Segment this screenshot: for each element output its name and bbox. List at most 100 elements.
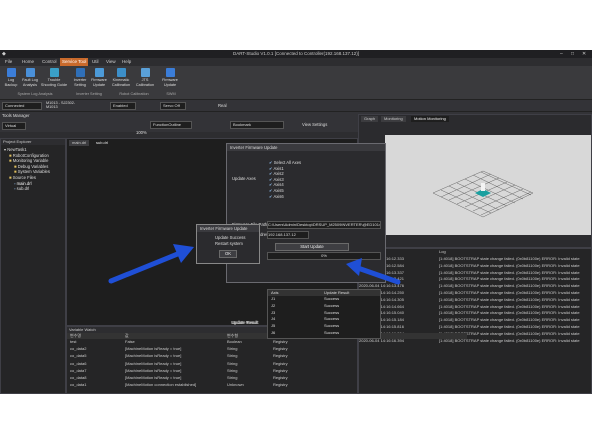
menu-view[interactable]: View: [104, 59, 118, 64]
watch-row[interactable]: test False Boolean Registry: [67, 339, 467, 345]
log-backup-label: Log Backup: [4, 78, 18, 87]
kinematic-icon: [116, 68, 126, 77]
fault-log-button[interactable]: Fault Log Analysis: [19, 68, 41, 87]
progress-text: 0%: [321, 253, 327, 258]
robot-arm: [481, 183, 485, 191]
result-row: J2 Success: [268, 303, 380, 309]
log-message: [1:4018] BOOTSTRAP state change failed. …: [439, 276, 580, 282]
tab-monitoring[interactable]: Monitoring: [381, 116, 406, 122]
enable-combo[interactable]: Enabled: [110, 102, 136, 110]
tree-source-label: Source Files: [12, 174, 36, 180]
menu-file[interactable]: File: [3, 59, 14, 64]
result-status: Success: [324, 302, 340, 308]
popup-line2: Restart system: [215, 241, 243, 246]
connection-combo[interactable]: Connected: [2, 102, 42, 110]
result-axis: J2: [271, 302, 276, 308]
result-status: Success: [324, 309, 340, 315]
robot-3d-view[interactable]: [385, 135, 591, 235]
result-table-header: Axis Update Result: [268, 290, 380, 296]
group-calibration: Robot Calibration: [119, 92, 149, 96]
watch-cell: String: [227, 375, 238, 380]
col-axis-header: Axis: [271, 290, 279, 295]
tab-motion-monitoring[interactable]: Motion Monitoring: [411, 116, 449, 122]
tab-sub-drl[interactable]: sub.drl: [93, 140, 112, 146]
popup-title: Inverter Firmware Update: [197, 225, 259, 232]
inverter-icon: [75, 68, 85, 77]
window-title: DART-Studio V1.0.1 [Connected to Control…: [233, 51, 359, 56]
popup-ok-button[interactable]: OK: [219, 250, 237, 258]
watch-col-header: 변수명: [70, 333, 82, 338]
servo-combo[interactable]: Servo Off: [160, 102, 186, 110]
folder-icon: ■: [9, 152, 12, 158]
virtual-combo[interactable]: Virtual: [2, 122, 26, 130]
bookmark-combo[interactable]: Bookmark: [230, 121, 284, 129]
axis-checkbox[interactable]: ✔ Axis1: [269, 166, 284, 171]
firmware-update-label: Firmware Update: [91, 78, 107, 87]
result-status: Success: [324, 296, 340, 301]
axis-checkbox[interactable]: ✔ Axis3: [269, 177, 284, 182]
jts-icon: [140, 68, 150, 77]
tree-sub-drl[interactable]: ▫ sub.drl: [4, 186, 65, 192]
watch-row[interactable]: co_data8 [MachineMotion isReady = true] St…: [67, 375, 467, 381]
ip-input[interactable]: 192.168.137.12: [267, 231, 309, 239]
watch-row[interactable]: co_data5 [MachineMotion isReady = true] St…: [67, 353, 467, 359]
menu-help[interactable]: Help: [120, 59, 133, 64]
watch-cell: Boolean: [227, 339, 242, 344]
tree-monitoring-label: Monitoring Variable: [12, 158, 49, 164]
watch-cell: [MachineMotion isReady = true]: [125, 367, 182, 373]
axis-checkbox[interactable]: ✔ Axis4: [269, 182, 284, 187]
swm-firmware-update-button[interactable]: Firmware Update: [159, 68, 181, 87]
troubleshooting-button[interactable]: Trouble Shooting Guide: [39, 68, 69, 87]
watch-cell: Registry: [273, 375, 288, 380]
fault-log-label: Fault Log Analysis: [22, 78, 38, 87]
troubleshoot-icon: [49, 68, 59, 77]
axis-checkbox[interactable]: ✔ Axis5: [269, 188, 284, 193]
watch-cell: Registry: [273, 367, 288, 373]
menu-home[interactable]: Home: [20, 59, 36, 64]
tree-system-label: System Variables: [17, 169, 50, 175]
minimize-icon[interactable]: –: [560, 51, 563, 57]
start-update-button[interactable]: Start Update: [275, 243, 349, 251]
watch-cell: [MachineMotion connection established]: [125, 382, 197, 388]
axis-label: Axis3: [273, 176, 284, 182]
watch-cell: [MachineMotion isReady = true]: [125, 353, 182, 359]
view-settings-button[interactable]: View Settings: [302, 122, 327, 127]
firmware-update-button[interactable]: Firmware Update: [88, 68, 110, 87]
kinematic-calibration-button[interactable]: Kinematic Calibration: [109, 68, 133, 87]
log-icon: [6, 68, 16, 77]
log-message: [1:4018] BOOTSTRAP state change failed. …: [439, 269, 580, 275]
menu-control[interactable]: Control: [40, 59, 59, 64]
close-icon[interactable]: ✕: [582, 51, 586, 57]
watch-row[interactable]: co_data6 [MachineMotion isReady = true] St…: [67, 361, 467, 367]
jts-calibration-button[interactable]: JTS Calibration: [134, 68, 156, 87]
tab-main-drl[interactable]: main.drl: [69, 140, 90, 146]
firmware-icon: [94, 68, 104, 77]
watch-row[interactable]: co_data2 [MachineMotion isReady = true] St…: [67, 346, 467, 352]
watch-row[interactable]: co_data1 [MachineMotion connection establ…: [67, 382, 467, 388]
tree-newtask-label: NewTask1: [7, 147, 27, 152]
watch-cell: [MachineMotion isReady = true]: [125, 360, 182, 366]
watch-cell: co_data8: [70, 375, 87, 380]
floor-grid: [432, 170, 534, 218]
file-path-input[interactable]: C:\Users\Admin\Desktop\DRSUP_M2509INVERT…: [267, 221, 381, 229]
menu-util[interactable]: Util: [90, 59, 101, 64]
result-status: Success: [324, 316, 340, 322]
maximize-icon[interactable]: □: [571, 51, 574, 57]
tab-graph[interactable]: Graph: [361, 116, 379, 122]
kinematic-label: Kinematic Calibration: [111, 78, 131, 87]
axis-checkbox[interactable]: ✔ Axis2: [269, 171, 284, 176]
axis-label: Axis2: [273, 171, 284, 177]
graph-panel: Graph Monitoring Motion Monitoring: [358, 114, 592, 248]
update-axes-label: Update Axes: [232, 176, 256, 181]
menu-service-tool[interactable]: Service Tool: [60, 58, 89, 66]
function-outline-combo[interactable]: FunctionOutline: [150, 121, 192, 129]
watch-row[interactable]: co_data7 [MachineMotion isReady = true] St…: [67, 368, 467, 374]
select-all-axes-checkbox[interactable]: ✔ Select All Axes: [269, 160, 301, 165]
watch-cell: String: [227, 346, 238, 352]
group-inverter: Inverter Setting: [76, 92, 102, 96]
mode-real-label: Real: [218, 103, 227, 108]
axis-checkbox[interactable]: ✔ Axis6: [269, 194, 284, 199]
axis-label: Axis6: [273, 193, 284, 199]
tree-debug-label: Debug Variables: [17, 163, 49, 169]
watch-cell: co_data1: [70, 382, 87, 388]
